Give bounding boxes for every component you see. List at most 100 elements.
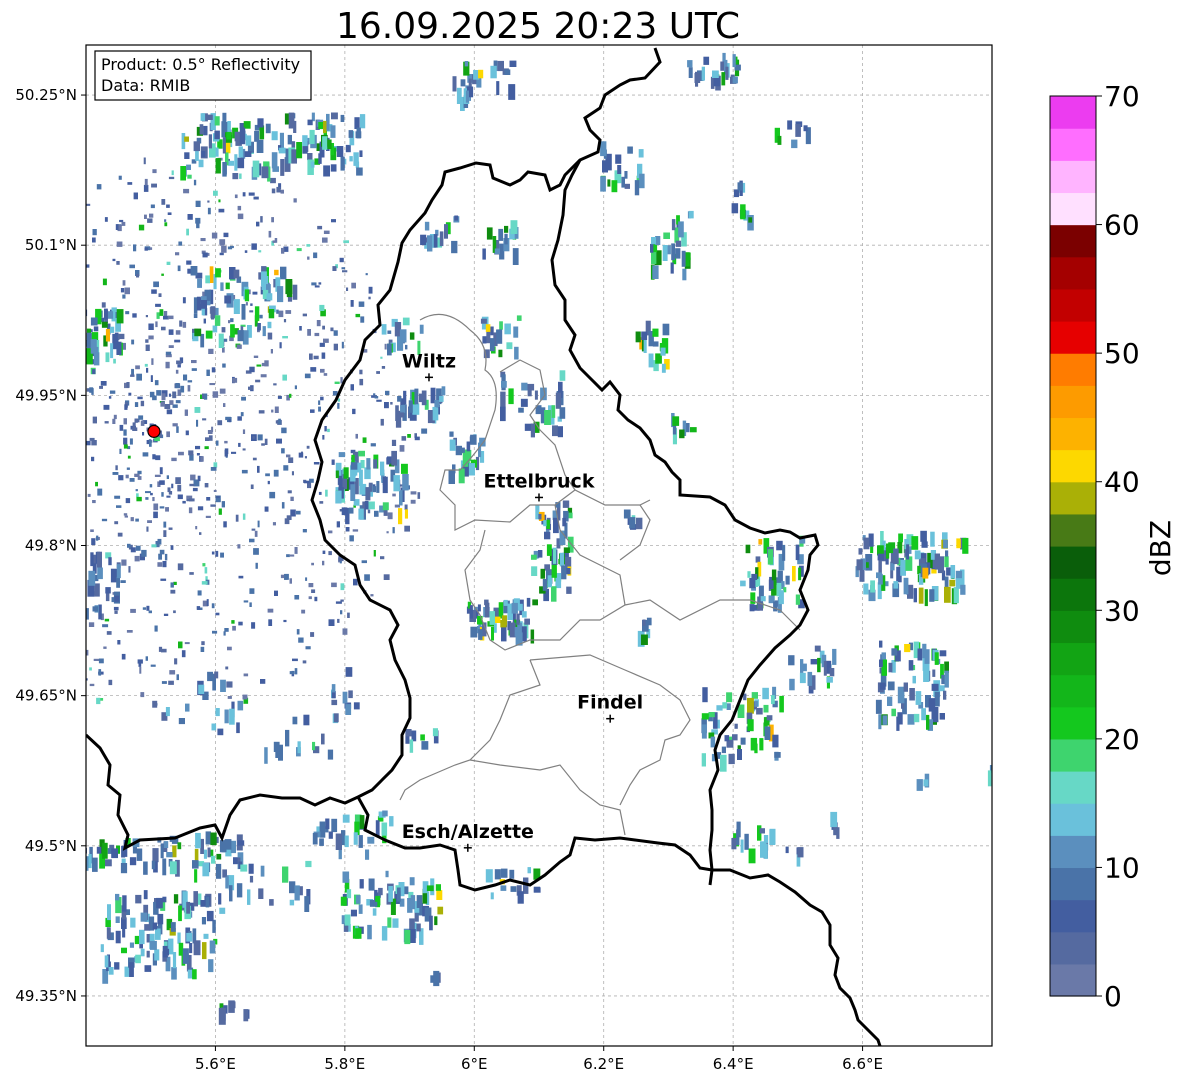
echo-pixel <box>136 848 143 861</box>
echo-pixel <box>171 483 174 489</box>
echo-pixel <box>803 125 808 132</box>
echo-pixel <box>257 465 260 473</box>
echo-pixel <box>911 536 919 550</box>
echo-pixel <box>305 646 311 650</box>
echo-pixel <box>149 247 153 250</box>
echo-pixel <box>120 288 125 293</box>
echo-pixel <box>296 510 301 515</box>
echo-pixel <box>274 238 278 243</box>
echo-pixel <box>0 658 1 662</box>
colorbar: 010203040506070 dBZ <box>1049 80 1177 1013</box>
echo-pixel <box>218 199 221 203</box>
echo-pixel <box>424 221 430 231</box>
echo-pixel <box>178 451 184 456</box>
echo-pixel <box>903 682 908 692</box>
echo-pixel <box>726 703 731 710</box>
echo-pixel <box>242 694 248 700</box>
echo-pixel <box>216 496 220 499</box>
echo-pixel <box>322 136 328 150</box>
echo-pixel <box>205 896 210 908</box>
echo-pixel <box>479 437 486 447</box>
echo-pixel <box>208 134 212 149</box>
echo-pixel <box>209 266 214 283</box>
echo-pixel <box>544 564 550 571</box>
echo-pixel <box>365 487 371 501</box>
echo-pixel <box>161 326 166 331</box>
echo-pixel <box>404 509 408 519</box>
echo-pixel <box>350 300 354 307</box>
echo-pixel <box>920 530 927 542</box>
echo-pixel <box>183 374 188 381</box>
echo-pixel <box>156 390 162 396</box>
echo-pixel <box>273 469 279 477</box>
echo-pixel <box>166 852 173 858</box>
echo-pixel <box>420 234 427 246</box>
echo-pixel <box>166 409 173 415</box>
echo-pixel <box>131 339 135 345</box>
echo-pixel <box>641 331 648 340</box>
echo-pixel <box>332 266 337 271</box>
echo-pixel <box>356 895 361 904</box>
echo-pixel <box>109 326 115 333</box>
echo-pixel <box>20 261 25 266</box>
echo-pixel <box>37 361 39 364</box>
echo-pixel <box>136 496 142 502</box>
echo-pixel <box>953 587 959 604</box>
echo-pixel <box>299 326 302 331</box>
echo-pixel <box>652 328 659 337</box>
echo-pixel <box>389 816 394 827</box>
lat-tick-label: 49.5°N <box>25 837 77 855</box>
echo-pixel <box>468 463 475 476</box>
echo-pixel <box>175 252 180 256</box>
echo-pixel <box>382 476 388 494</box>
echo-pixel <box>68 306 74 313</box>
echo-pixel <box>501 625 507 642</box>
echo-pixel <box>188 507 193 514</box>
echo-pixel <box>19 484 23 486</box>
echo-pixel <box>44 644 49 648</box>
echo-pixel <box>211 367 216 373</box>
echo-pixel <box>101 302 106 308</box>
echo-pixel <box>204 483 209 488</box>
echo-pixel <box>199 532 202 535</box>
echo-pixel <box>113 606 119 611</box>
echo-pixel <box>224 295 232 304</box>
echo-pixel <box>228 320 231 324</box>
echo-pixel <box>807 671 813 686</box>
echo-pixel <box>59 174 64 179</box>
echo-pixel <box>318 400 321 405</box>
echo-pixel <box>62 326 65 329</box>
echo-pixel <box>397 412 404 418</box>
echo-pixel <box>253 548 259 555</box>
echo-pixel <box>213 190 218 196</box>
echo-pixel <box>117 333 125 340</box>
echo-pixel <box>228 419 231 423</box>
echo-pixel <box>374 510 379 517</box>
echo-pixel <box>289 881 296 894</box>
echo-pixel <box>258 410 265 414</box>
echo-pixel <box>24 319 27 324</box>
echo-pixel <box>268 230 272 238</box>
echo-pixel <box>121 221 126 226</box>
echo-pixel <box>182 297 186 304</box>
echo-pixel <box>200 113 206 121</box>
echo-pixel <box>600 141 607 157</box>
echo-pixel <box>194 407 201 413</box>
echo-pixel <box>164 219 167 222</box>
echo-pixel <box>165 707 170 717</box>
colorbar-band <box>1050 128 1096 161</box>
echo-pixel <box>72 432 77 437</box>
echo-pixel <box>91 538 96 546</box>
echo-pixel <box>81 352 85 358</box>
echo-pixel <box>387 512 393 520</box>
echo-pixel <box>168 329 174 335</box>
echo-pixel <box>291 149 297 164</box>
echo-pixel <box>764 726 771 740</box>
echo-pixel <box>80 324 83 327</box>
echo-pixel <box>215 440 219 446</box>
echo-pixel <box>405 729 412 737</box>
echo-pixel <box>932 669 936 677</box>
echo-pixel <box>249 310 254 313</box>
echo-pixel <box>314 332 320 337</box>
echo-pixel <box>144 924 151 931</box>
